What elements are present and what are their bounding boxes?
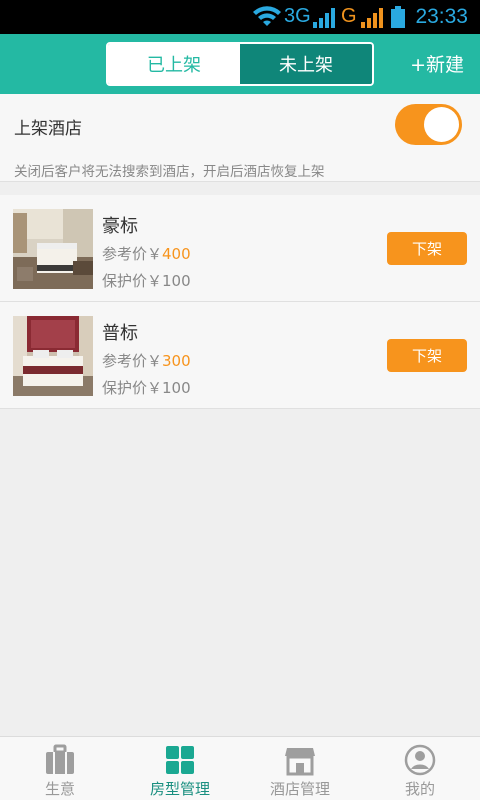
grid-icon (166, 746, 194, 774)
network-g-label: G (341, 5, 357, 27)
room-photo (13, 316, 93, 396)
nav-business[interactable]: 生意 (0, 737, 120, 800)
list-item[interactable]: 普标 参考价￥300 保护价￥100 下架 (0, 302, 480, 409)
reference-price: 参考价￥300 (102, 352, 191, 370)
battery-icon (391, 6, 405, 28)
add-new-button[interactable]: +新建 (410, 50, 464, 77)
room-list: 豪标 参考价￥400 保护价￥100 下架 普标 参考价￥300 保护价￥100… (0, 195, 480, 409)
nav-mine-label: 我的 (404, 780, 435, 798)
tab-listed[interactable]: 已上架 (108, 44, 240, 84)
delist-button[interactable]: 下架 (387, 232, 467, 265)
signal-icon-2 (361, 8, 383, 28)
briefcase-icon (46, 744, 74, 774)
nav-mine[interactable]: 我的 (360, 737, 480, 800)
hotel-listing-switch[interactable] (395, 104, 462, 145)
protection-price: 保护价￥100 (102, 272, 191, 290)
hotel-listing-description: 关闭后客户将无法搜索到酒店，开启后酒店恢复上架 (14, 164, 325, 180)
listing-segment-control: 已上架 未上架 (106, 42, 374, 86)
room-name: 普标 (102, 323, 138, 344)
hotel-listing-section: 上架酒店 关闭后客户将无法搜索到酒店，开启后酒店恢复上架 (0, 94, 480, 182)
reference-price-value: 400 (162, 245, 191, 263)
tab-unlisted[interactable]: 未上架 (240, 44, 372, 84)
wifi-icon (253, 6, 281, 26)
delist-button[interactable]: 下架 (387, 339, 467, 372)
clock: 23:33 (415, 5, 468, 28)
list-item[interactable]: 豪标 参考价￥400 保护价￥100 下架 (0, 195, 480, 302)
nav-hotel-management-label: 酒店管理 (269, 780, 330, 798)
store-icon (285, 748, 315, 776)
room-name: 豪标 (102, 216, 138, 237)
hotel-listing-title: 上架酒店 (14, 119, 82, 139)
status-bar: 3G G 23:33 (0, 0, 480, 34)
reference-price-value: 300 (162, 352, 191, 370)
nav-business-label: 生意 (44, 780, 75, 798)
nav-hotel-management[interactable]: 酒店管理 (240, 737, 360, 800)
room-photo (13, 209, 93, 289)
protection-price: 保护价￥100 (102, 379, 191, 397)
nav-room-types-label: 房型管理 (149, 780, 210, 798)
reference-price: 参考价￥400 (102, 245, 191, 263)
bottom-nav: 生意 房型管理 酒店管理 我的 (0, 736, 480, 800)
switch-knob (424, 107, 459, 142)
nav-room-types[interactable]: 房型管理 (120, 737, 240, 800)
user-icon (404, 744, 436, 776)
top-bar: 已上架 未上架 +新建 (0, 34, 480, 94)
signal-icon (313, 8, 335, 28)
network-3g-label: 3G (284, 5, 311, 27)
